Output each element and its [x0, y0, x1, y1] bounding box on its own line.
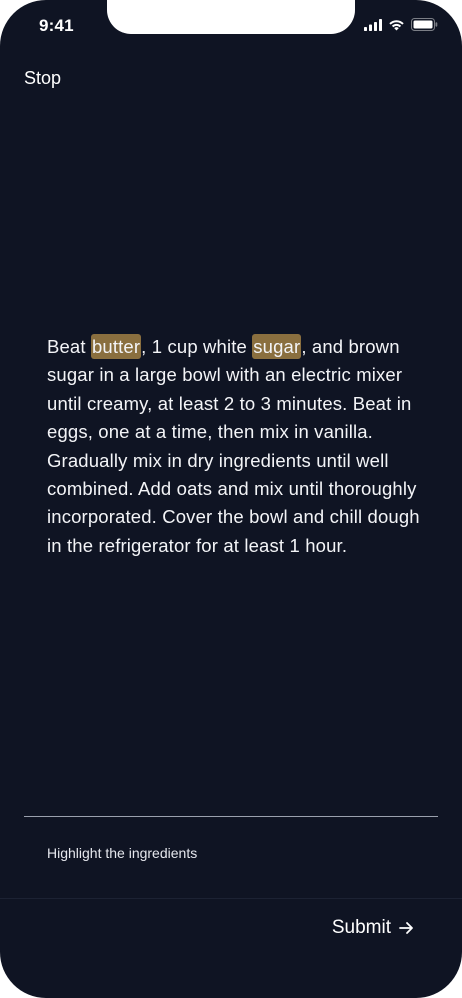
highlighted-word-sugar[interactable]: sugar [252, 334, 302, 359]
device-notch [107, 0, 355, 34]
passage-text: , and brown sugar in a large bowl with a… [47, 336, 420, 556]
highlighted-word-butter[interactable]: butter [90, 334, 142, 359]
cellular-signal-icon [364, 18, 382, 31]
arrow-right-icon [399, 921, 414, 935]
stop-button[interactable]: Stop [24, 68, 61, 89]
battery-icon [411, 18, 438, 31]
submit-label: Submit [331, 917, 391, 938]
status-time: 9:41 [39, 16, 74, 35]
task-instruction: Highlight the ingredients [47, 845, 198, 861]
divider [24, 816, 438, 817]
phone-screen: 9:41 Stop Beat butter, 1 cup white sugar… [0, 0, 462, 998]
status-icons [364, 18, 438, 31]
passage-text: , 1 cup white [141, 336, 253, 357]
wifi-icon [388, 19, 405, 31]
recipe-passage: Beat butter, 1 cup white sugar, and brow… [47, 333, 427, 560]
footer-divider [0, 898, 462, 899]
passage-text: Beat [47, 336, 91, 357]
submit-button[interactable]: Submit [332, 917, 414, 939]
